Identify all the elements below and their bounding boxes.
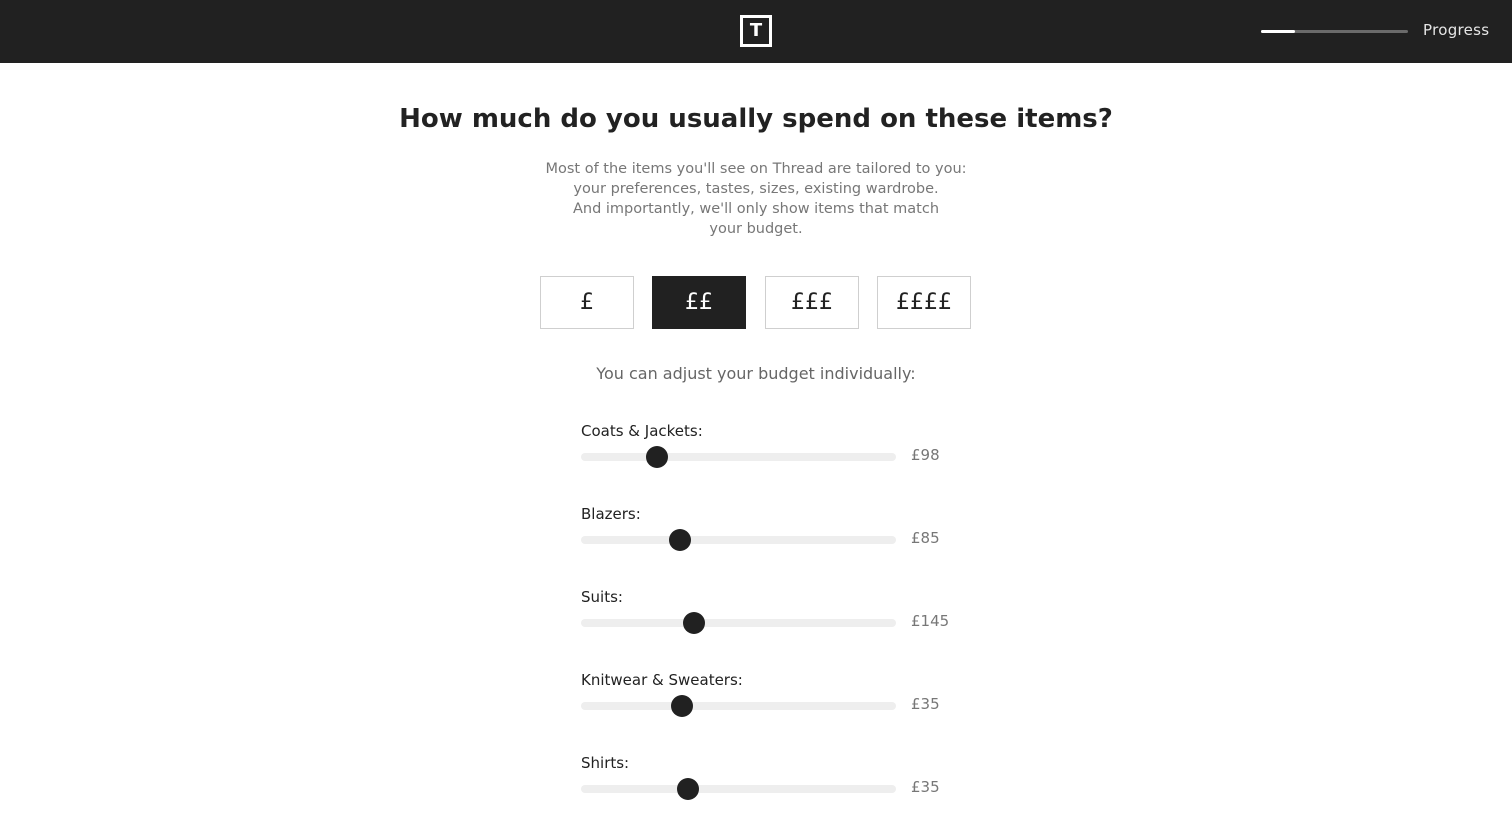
- slider-suits: Suits: £145: [581, 588, 961, 648]
- slider-thumb[interactable]: [677, 778, 700, 800]
- logo-letter: T: [749, 20, 763, 41]
- intro-line: your budget.: [709, 221, 803, 237]
- intro-line: your preferences, tastes, sizes, existin…: [573, 181, 939, 197]
- slider-value: £35: [911, 778, 940, 796]
- slider-thumb[interactable]: [670, 695, 693, 717]
- progress-bar: [1261, 30, 1408, 33]
- page-title: How much do you usually spend on these i…: [399, 104, 1113, 134]
- adjust-budget-label: You can adjust your budget individually:: [596, 364, 916, 383]
- slider-thumb[interactable]: [669, 529, 692, 551]
- slider-shirts: Shirts: £35: [581, 754, 961, 814]
- intro-line: Most of the items you'll see on Thread a…: [545, 161, 967, 177]
- slider-label: Coats & Jackets:: [581, 422, 703, 440]
- slider-track[interactable]: [581, 529, 896, 551]
- slider-value: £85: [911, 529, 940, 547]
- budget-option-4[interactable]: ££££: [877, 276, 971, 329]
- slider-blazers: Blazers: £85: [581, 505, 961, 565]
- slider-track[interactable]: [581, 695, 896, 717]
- slider-coats-jackets: Coats & Jackets: £98: [581, 422, 961, 482]
- slider-label: Suits:: [581, 588, 623, 606]
- slider-knitwear-sweaters: Knitwear & Sweaters: £35: [581, 671, 961, 731]
- slider-value: £35: [911, 695, 940, 713]
- budget-option-1[interactable]: £: [540, 276, 634, 329]
- slider-track[interactable]: [581, 778, 896, 800]
- slider-label: Knitwear & Sweaters:: [581, 671, 743, 689]
- slider-value: £98: [911, 446, 940, 464]
- slider-label: Shirts:: [581, 754, 630, 772]
- budget-option-2[interactable]: ££: [652, 276, 746, 329]
- slider-thumb[interactable]: [683, 612, 706, 634]
- progress-label: Progress: [1423, 21, 1490, 39]
- intro-text: Most of the items you'll see on Thread a…: [530, 159, 982, 239]
- slider-value: £145: [911, 612, 950, 630]
- budget-level-selector: £ ££ £££ ££££: [540, 276, 972, 329]
- intro-line: And importantly, we'll only show items t…: [572, 201, 940, 217]
- slider-track[interactable]: [581, 612, 896, 634]
- budget-option-3[interactable]: £££: [765, 276, 859, 329]
- progress-bar-fill: [1261, 30, 1295, 33]
- slider-track[interactable]: [581, 446, 896, 468]
- top-bar: T Progress: [0, 0, 1512, 63]
- slider-thumb[interactable]: [645, 446, 668, 468]
- thread-logo[interactable]: T: [740, 15, 772, 47]
- slider-label: Blazers:: [581, 505, 641, 523]
